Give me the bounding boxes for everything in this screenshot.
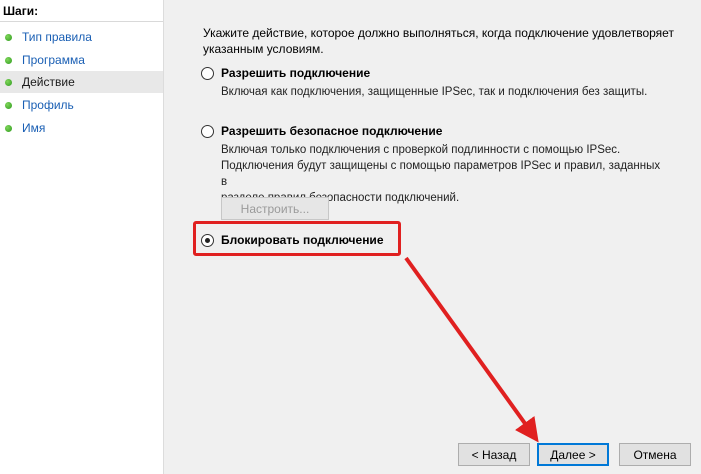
back-button[interactable]: < Назад: [458, 443, 530, 466]
next-button[interactable]: Далее >: [537, 443, 609, 466]
cancel-button[interactable]: Отмена: [619, 443, 691, 466]
annotation-arrow-icon: [404, 256, 539, 443]
